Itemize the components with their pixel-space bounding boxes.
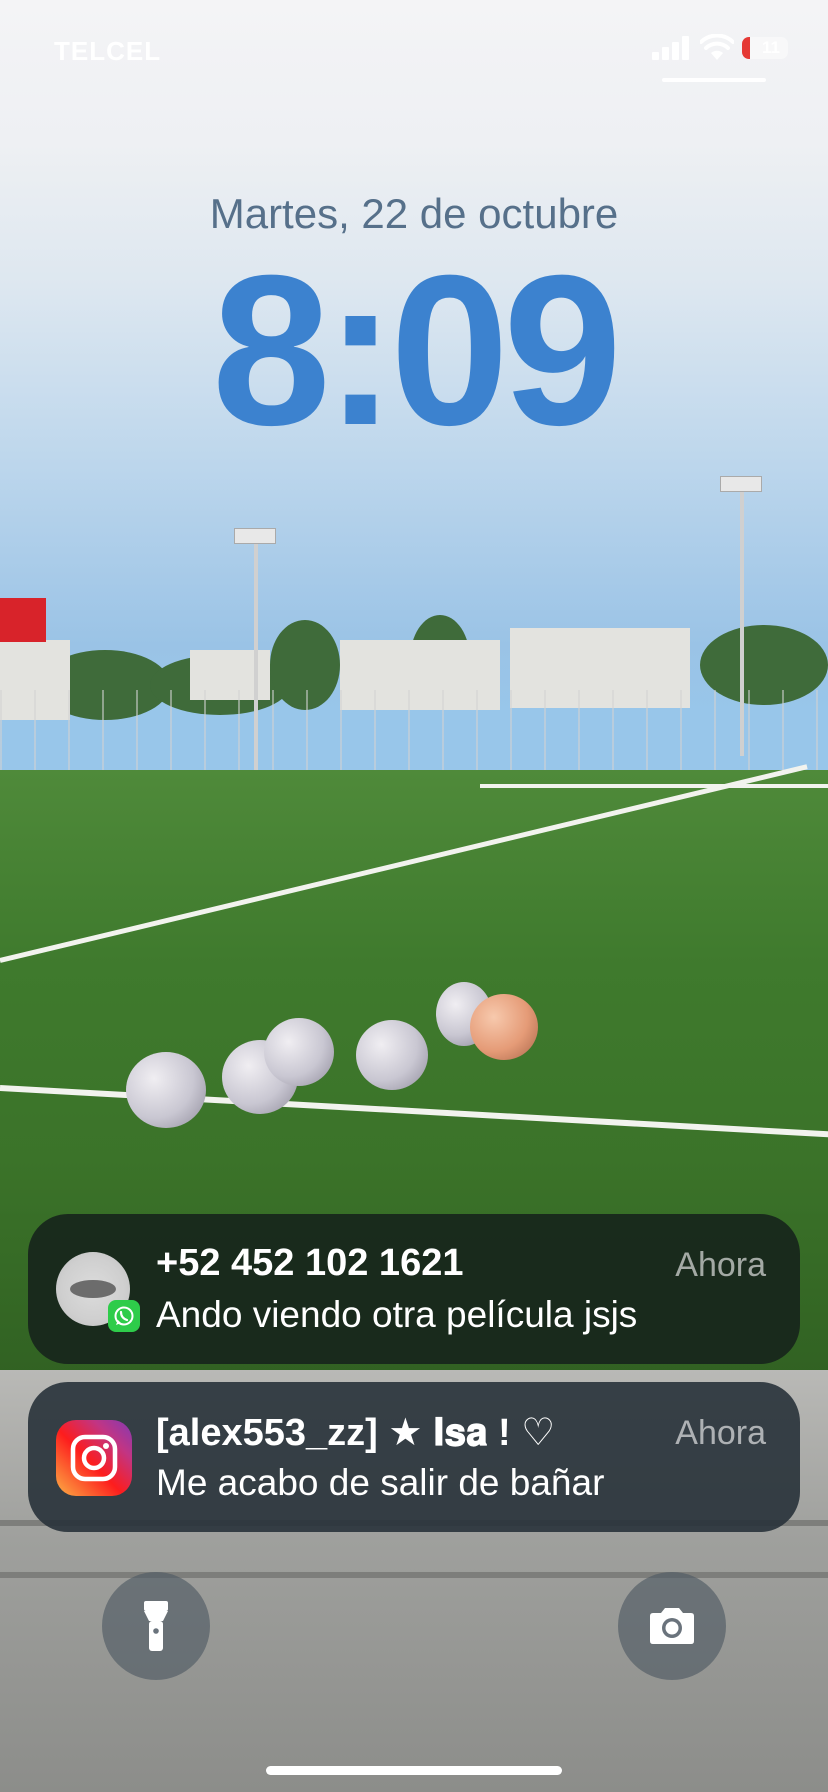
wallpaper-ball bbox=[356, 1020, 428, 1090]
instagram-icon bbox=[56, 1420, 132, 1496]
lock-time: 8:09 bbox=[211, 231, 622, 470]
eye-icon bbox=[70, 1280, 116, 1298]
notification-title: [alex553_zz] ★ 𝐈𝐬𝐚 ! ♡ bbox=[156, 1412, 556, 1454]
battery-icon: 11 bbox=[742, 37, 788, 59]
wallpaper-ball bbox=[264, 1018, 334, 1086]
battery-level: 11 bbox=[762, 38, 780, 57]
home-indicator[interactable] bbox=[266, 1766, 562, 1775]
wallpaper-ball bbox=[470, 994, 538, 1060]
status-bar: TELCEL 11 bbox=[0, 0, 828, 100]
wallpaper-light bbox=[720, 476, 762, 492]
notification-instagram[interactable]: [alex553_zz] ★ 𝐈𝐬𝐚 ! ♡ Ahora Me acabo de… bbox=[28, 1382, 800, 1532]
wallpaper-curb bbox=[0, 1572, 828, 1578]
notification-time: Ahora bbox=[675, 1414, 766, 1452]
wallpaper-sign bbox=[0, 598, 46, 642]
flashlight-icon bbox=[144, 1601, 168, 1651]
camera-icon bbox=[650, 1608, 694, 1644]
camera-button[interactable] bbox=[618, 1572, 726, 1680]
notification-title: +52 452 102 1621 bbox=[156, 1242, 464, 1284]
cellular-signal-icon bbox=[652, 36, 692, 60]
whatsapp-icon bbox=[108, 1300, 140, 1332]
wallpaper-field-line bbox=[480, 784, 828, 788]
wifi-icon bbox=[700, 34, 734, 60]
wallpaper-fence bbox=[0, 690, 828, 780]
carrier-label: TELCEL bbox=[54, 36, 162, 66]
status-indicator-bar bbox=[662, 78, 766, 82]
wallpaper-light bbox=[234, 528, 276, 544]
notification-time: Ahora bbox=[675, 1246, 766, 1284]
notification-body: Ando viendo otra película jsjs bbox=[156, 1294, 638, 1335]
notification-whatsapp[interactable]: +52 452 102 1621 Ahora Ando viendo otra … bbox=[28, 1214, 800, 1364]
flashlight-button[interactable] bbox=[102, 1572, 210, 1680]
wallpaper-ball bbox=[126, 1052, 206, 1128]
notification-body: Me acabo de salir de bañar bbox=[156, 1462, 605, 1503]
